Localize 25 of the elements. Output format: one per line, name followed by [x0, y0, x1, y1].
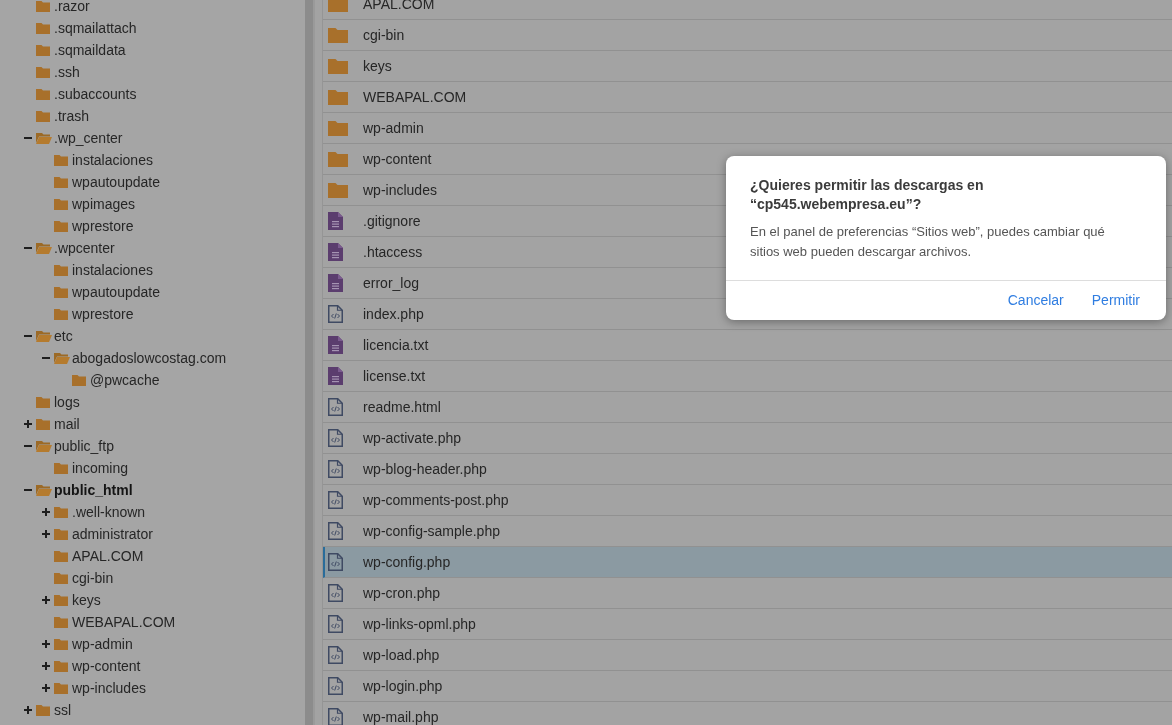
- file-name: keys: [363, 56, 392, 76]
- file-name: wp-mail.php: [363, 707, 439, 725]
- file-name: wp-load.php: [363, 645, 440, 665]
- file-name: wp-includes: [363, 180, 437, 200]
- file-name: licencia.txt: [363, 335, 429, 355]
- file-name: license.txt: [363, 366, 426, 386]
- dialog-message: En el panel de preferencias “Sitios web”, puedes cambiar qué sitios web pueden descargar archivos.: [750, 223, 1106, 261]
- file-name: .gitignore: [363, 211, 421, 231]
- file-name: cgi-bin: [363, 25, 405, 45]
- file-name: wp-activate.php: [363, 428, 462, 448]
- dialog-title: ¿Quieres permitir las descargas en “cp545.webempresa.eu”?: [750, 176, 985, 214]
- file-name: wp-links-opml.php: [363, 614, 476, 634]
- file-name: wp-blog-header.php: [363, 459, 487, 479]
- file-name: wp-config.php: [363, 552, 451, 572]
- file-name: wp-cron.php: [363, 583, 441, 603]
- file-name: wp-config-sample.php: [363, 521, 500, 541]
- file-name: error_log: [363, 273, 420, 293]
- file-name: wp-comments-post.php: [363, 490, 509, 510]
- file-name: index.php: [363, 304, 424, 324]
- file-name: wp-content: [363, 149, 432, 169]
- file-name: wp-login.php: [363, 676, 443, 696]
- file-name: .htaccess: [363, 242, 423, 262]
- file-name: WEBAPAL.COM: [363, 87, 467, 107]
- file-name: wp-admin: [363, 118, 424, 138]
- file-name: readme.html: [363, 397, 441, 417]
